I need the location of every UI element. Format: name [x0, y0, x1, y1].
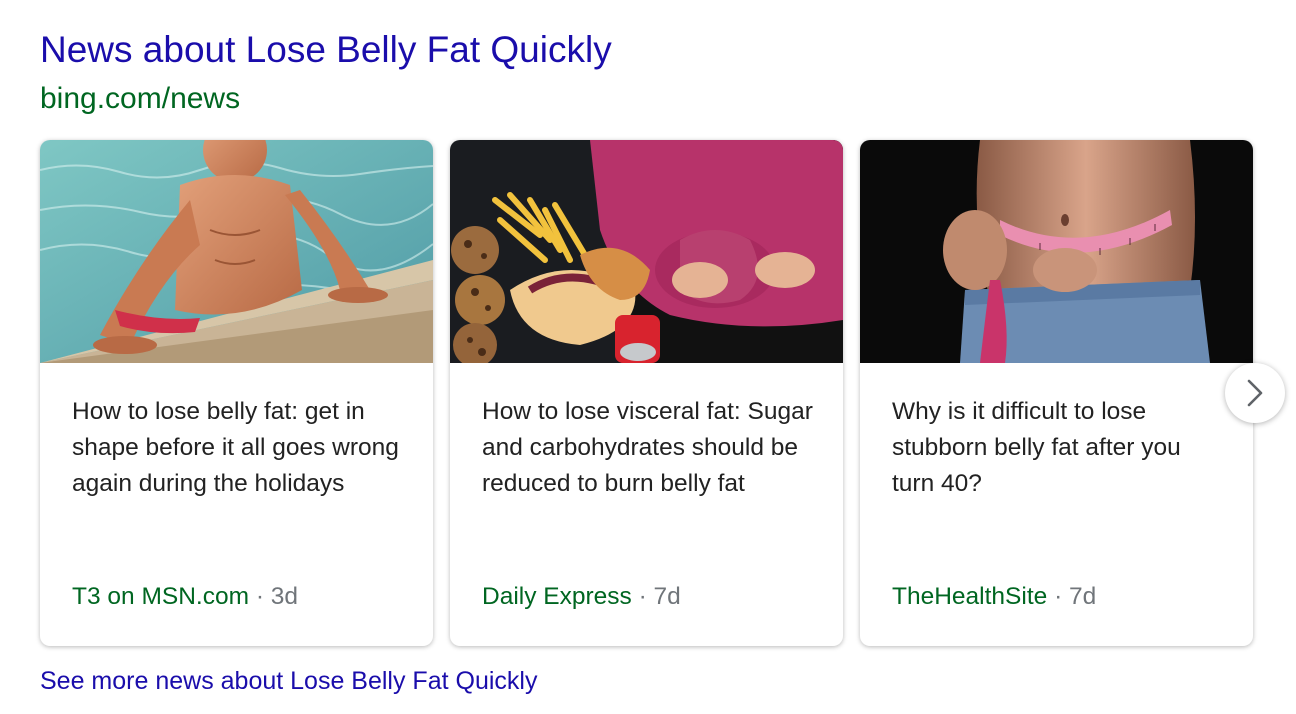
- news-source: TheHealthSite: [892, 583, 1048, 610]
- carousel-next-button[interactable]: [1225, 363, 1285, 423]
- chevron-right-icon: [1247, 379, 1263, 407]
- see-more-news-link[interactable]: See more news about Lose Belly Fat Quick…: [40, 664, 537, 698]
- news-card[interactable]: How to lose visceral fat: Sugar and carb…: [450, 140, 843, 646]
- news-card[interactable]: Why is it difficult to lose stubborn bel…: [860, 140, 1253, 646]
- news-headline[interactable]: Why is it difficult to lose stubborn bel…: [892, 394, 1227, 502]
- news-thumbnail-pool[interactable]: [40, 140, 433, 363]
- meta-separator: ·: [638, 583, 654, 610]
- news-card[interactable]: How to lose belly fat: get in shape befo…: [40, 140, 433, 646]
- news-age: 3d: [270, 583, 299, 610]
- meta-separator: ·: [1054, 583, 1070, 610]
- news-headline[interactable]: How to lose belly fat: get in shape befo…: [72, 394, 407, 502]
- news-source: Daily Express: [482, 583, 632, 610]
- news-section-title[interactable]: News about Lose Belly Fat Quickly: [40, 26, 612, 74]
- news-age: 7d: [653, 583, 681, 610]
- news-thumbnail-measuring-tape[interactable]: [860, 140, 1253, 363]
- news-thumbnail-junk-food[interactable]: [450, 140, 843, 363]
- news-headline[interactable]: How to lose visceral fat: Sugar and carb…: [482, 394, 817, 502]
- news-source: T3 on MSN.com: [72, 583, 249, 610]
- news-meta: TheHealthSite · 7d: [892, 579, 1096, 615]
- meta-separator: ·: [255, 583, 271, 610]
- news-source-url: bing.com/news: [40, 82, 241, 115]
- news-age: 7d: [1069, 583, 1097, 610]
- news-carousel-module: News about Lose Belly Fat Quickly bing.c…: [0, 0, 1296, 714]
- news-meta: Daily Express · 7d: [482, 579, 681, 615]
- news-meta: T3 on MSN.com · 3d: [72, 579, 298, 615]
